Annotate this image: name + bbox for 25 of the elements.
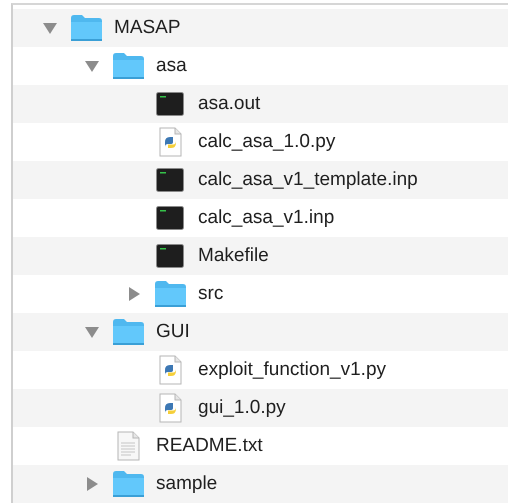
terminal-icon bbox=[156, 206, 184, 230]
terminal-icon bbox=[156, 244, 184, 268]
python-file-icon bbox=[158, 127, 182, 157]
folder-icon bbox=[112, 318, 144, 346]
folder-icon bbox=[112, 470, 144, 498]
collapsed-triangle-icon[interactable] bbox=[126, 286, 142, 302]
expanded-triangle-icon[interactable] bbox=[84, 58, 100, 74]
terminal-icon bbox=[156, 168, 184, 192]
tree-row[interactable]: Makefile bbox=[13, 237, 508, 275]
tree-row[interactable]: MASAP bbox=[13, 9, 508, 47]
tree-row[interactable]: asa.out bbox=[13, 85, 508, 123]
python-file-icon bbox=[158, 393, 182, 423]
collapsed-triangle-icon[interactable] bbox=[84, 476, 100, 492]
python-file-icon bbox=[158, 355, 182, 385]
expanded-triangle-icon[interactable] bbox=[42, 20, 58, 36]
expanded-triangle-icon[interactable] bbox=[84, 324, 100, 340]
tree-row[interactable]: sample bbox=[13, 465, 508, 503]
tree-row[interactable]: gui_1.0.py bbox=[13, 389, 508, 427]
tree-row[interactable]: calc_asa_v1_template.inp bbox=[13, 161, 508, 199]
text-file-icon bbox=[116, 431, 140, 461]
folder-icon bbox=[70, 14, 102, 42]
folder-icon bbox=[154, 280, 186, 308]
folder-icon bbox=[112, 52, 144, 80]
terminal-icon bbox=[156, 92, 184, 116]
tree-row[interactable]: GUI bbox=[13, 313, 508, 351]
